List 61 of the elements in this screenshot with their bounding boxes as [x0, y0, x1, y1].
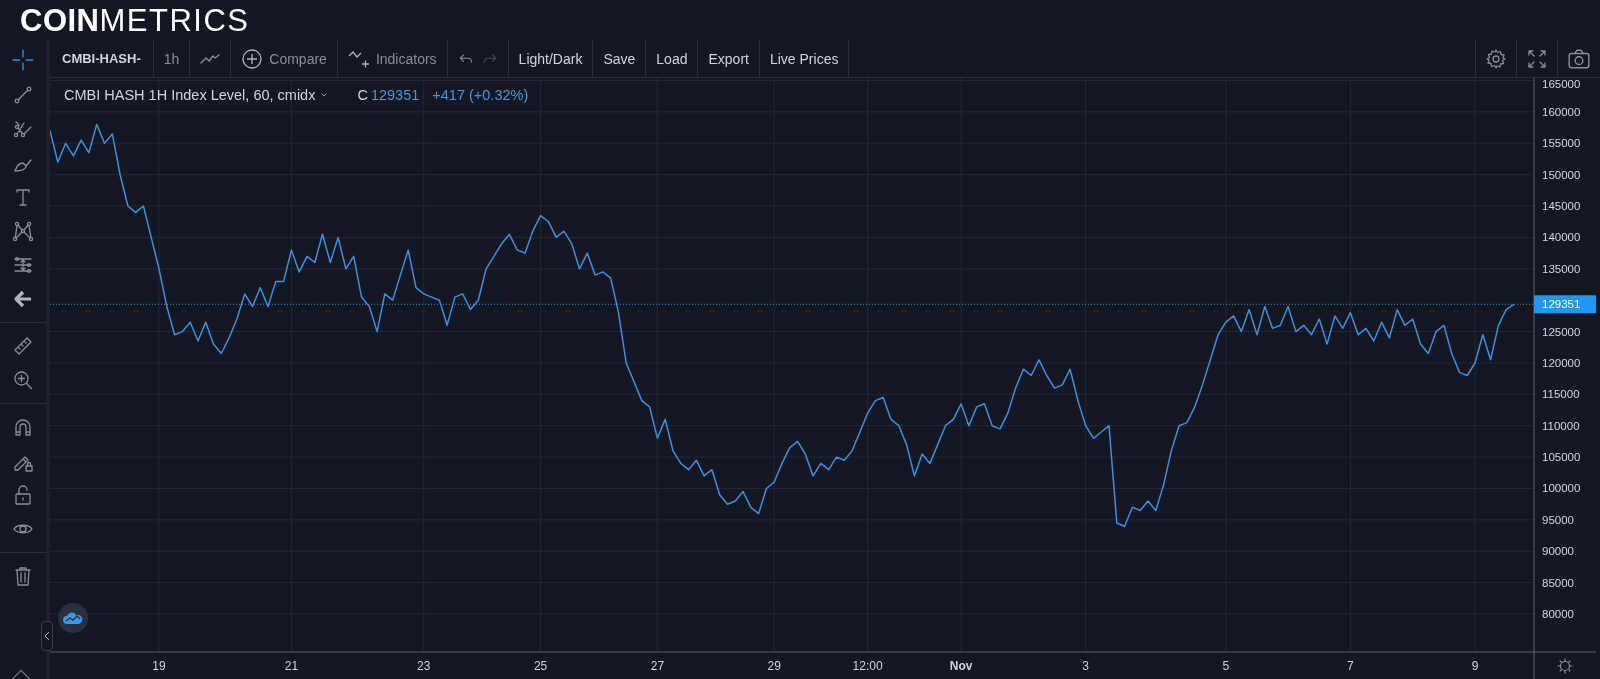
- time-axis-label: Nov: [949, 659, 973, 673]
- unlock-icon[interactable]: [12, 484, 34, 506]
- toolbar-button[interactable]: Save: [593, 40, 647, 77]
- time-axis-label: 9: [1471, 659, 1479, 673]
- price-axis-label: 120000: [1542, 356, 1581, 369]
- change-value: +417 (+0.32%): [432, 87, 529, 103]
- zoom-in-icon[interactable]: [12, 369, 34, 391]
- price-axis-label: 115000: [1542, 388, 1580, 401]
- time-axis-label: 21: [284, 659, 299, 673]
- time-axis-label: 3: [1082, 659, 1089, 673]
- plus-circle-icon: [241, 47, 264, 70]
- crosshair-icon[interactable]: [11, 48, 35, 72]
- arrow-left-icon[interactable]: [12, 288, 34, 310]
- price-axis-label: 80000: [1542, 608, 1574, 621]
- price-axis-label: 150000: [1542, 168, 1581, 181]
- price-axis-label: 100000: [1542, 482, 1581, 495]
- toolbar-button[interactable]: Load: [646, 40, 699, 77]
- ruler-icon[interactable]: [12, 335, 34, 357]
- time-axis-label: 12:00: [852, 659, 883, 673]
- trend-line-icon[interactable]: [12, 84, 34, 106]
- interval-button[interactable]: 1h: [153, 40, 191, 77]
- price-axis-label: 155000: [1542, 137, 1581, 150]
- settings-icon[interactable]: [1485, 47, 1507, 70]
- time-axis-label: 19: [152, 659, 166, 673]
- time-axis-label: 7: [1347, 659, 1354, 673]
- compare-button[interactable]: Compare: [231, 40, 338, 77]
- symbol-button[interactable]: CMBI-HASH-: [50, 40, 154, 77]
- price-axis-label: 105000: [1542, 451, 1581, 464]
- collapse-button[interactable]: [41, 621, 53, 651]
- close-label: C: [357, 87, 368, 103]
- series-title[interactable]: CMBI HASH 1H Index Level, 60, cmidx: [64, 87, 316, 103]
- price-axis-label: 140000: [1542, 231, 1581, 244]
- price-axis-label: 165000: [1542, 78, 1581, 90]
- time-axis-label: 5: [1222, 659, 1230, 673]
- magnet-icon[interactable]: [12, 416, 34, 438]
- pattern-icon[interactable]: [12, 220, 34, 242]
- last-price-label: 129351: [1542, 298, 1581, 311]
- time-axis-label: 29: [767, 659, 781, 673]
- toolbar-button[interactable]: Export: [698, 40, 760, 77]
- price-axis-label: 145000: [1542, 200, 1581, 213]
- logo: COINMETRICS: [20, 4, 250, 36]
- chevron-left-icon[interactable]: [44, 631, 50, 641]
- indicators-button[interactable]: Indicators: [337, 40, 448, 77]
- price-axis-label: 125000: [1542, 325, 1581, 338]
- cloud-chart-icon[interactable]: [58, 603, 88, 633]
- close-value: 129351: [370, 87, 420, 103]
- measure-lines-icon[interactable]: [12, 254, 34, 276]
- time-axis-label: 25: [533, 659, 548, 673]
- price-axis-label: 95000: [1542, 513, 1574, 526]
- price-axis-label: 135000: [1542, 262, 1581, 275]
- price-axis-label: 85000: [1542, 576, 1574, 589]
- price-axis-label: 160000: [1542, 105, 1581, 118]
- toolbar-button[interactable]: Light/Dark: [508, 40, 594, 77]
- toolbar-button[interactable]: Live Prices: [759, 40, 850, 77]
- fullscreen-icon[interactable]: [1526, 47, 1548, 70]
- last-price-tag: [1534, 295, 1596, 314]
- time-axis-label: 27: [650, 659, 665, 673]
- settings-icon[interactable]: [1556, 657, 1574, 675]
- price-axis-label: 110000: [1542, 419, 1580, 432]
- price-axis-label: 90000: [1542, 545, 1574, 558]
- time-axis-label: 23: [417, 659, 431, 673]
